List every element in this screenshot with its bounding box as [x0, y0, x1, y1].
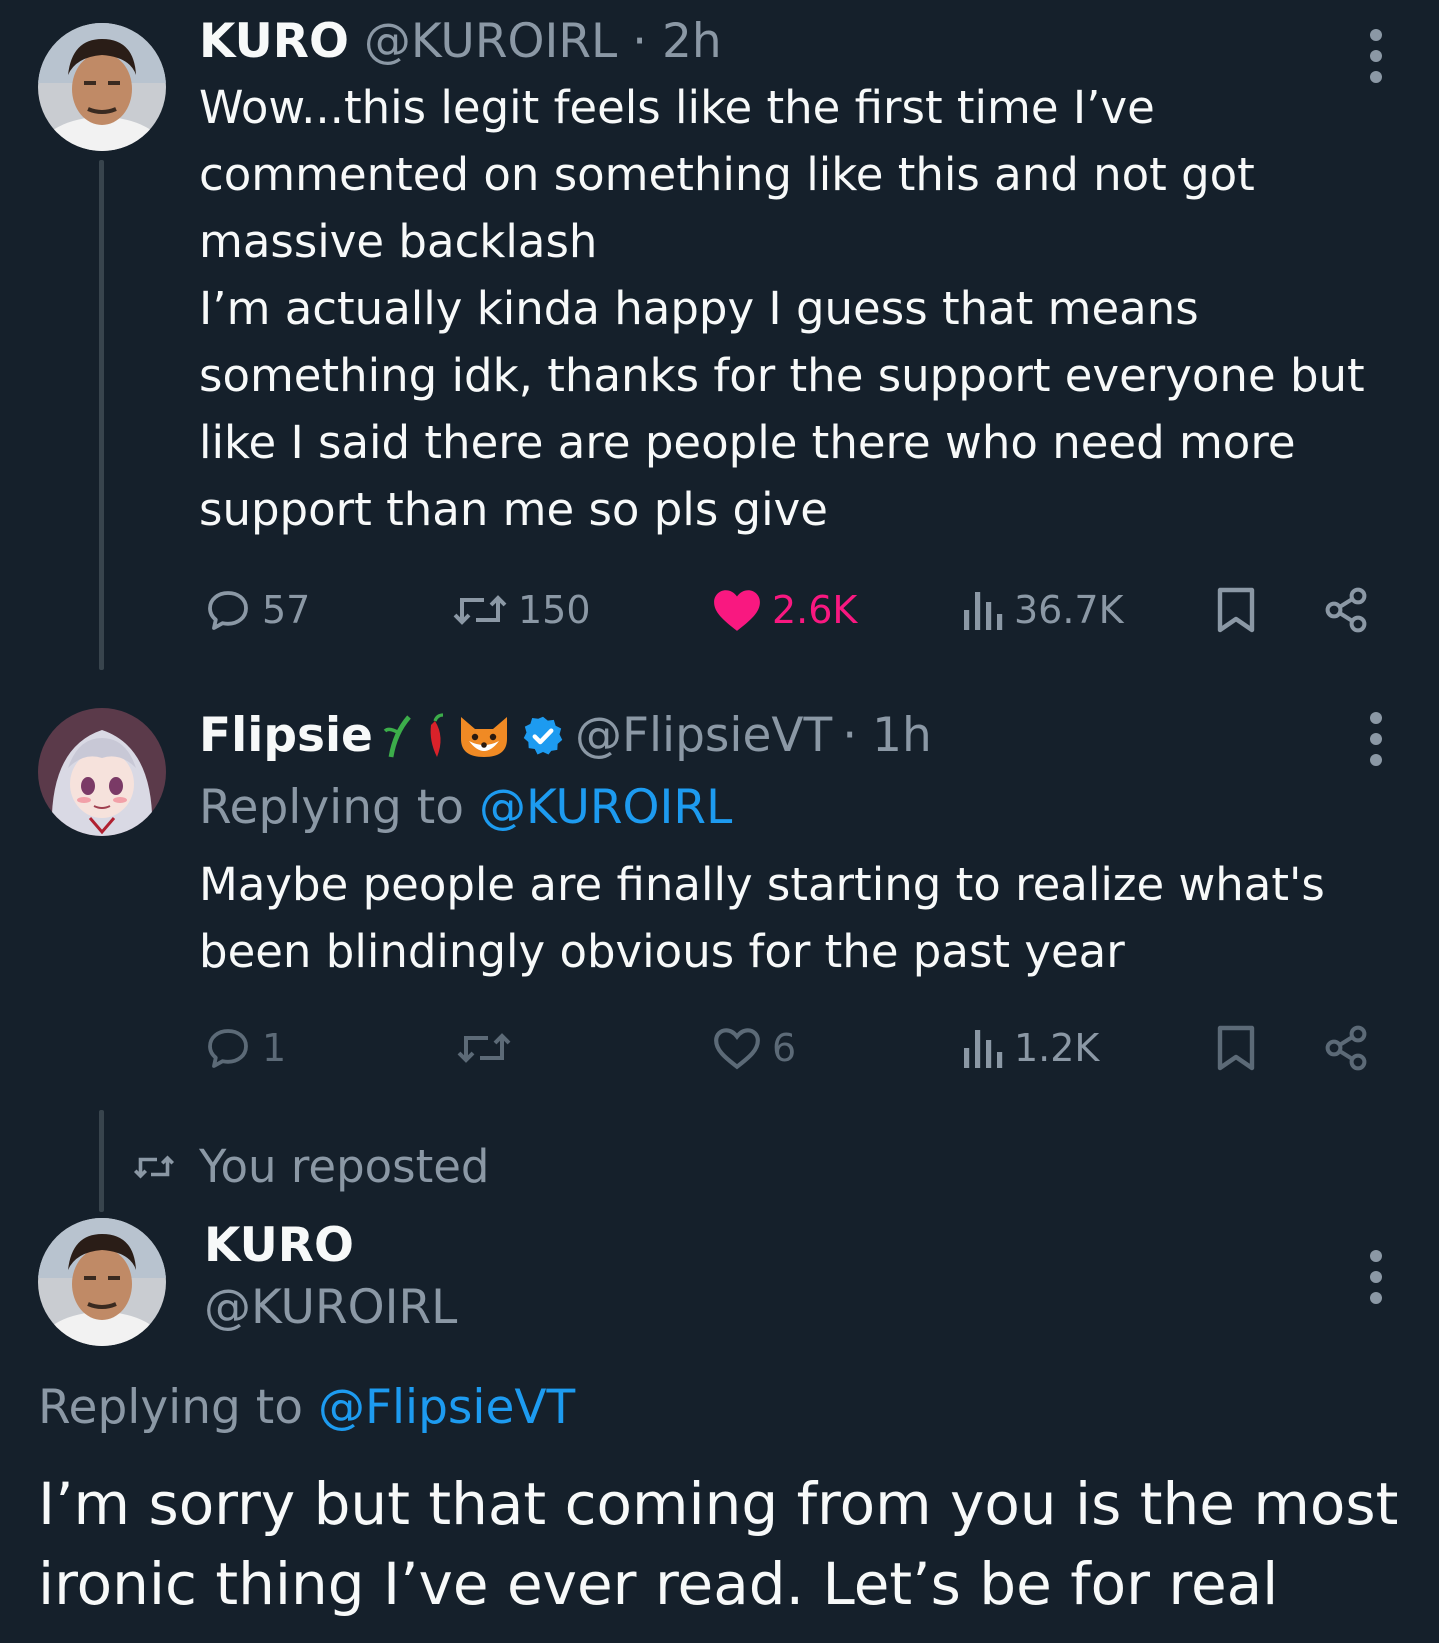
bamboo-icon — [383, 714, 411, 757]
reply-button[interactable]: 57 — [204, 586, 310, 634]
repost-label: You reposted — [199, 1140, 490, 1193]
repost-context: You reposted — [133, 1140, 490, 1193]
post-text-line: Wow...this legit feels like the first ti… — [199, 81, 1155, 134]
more-options-icon[interactable] — [1369, 1250, 1383, 1304]
bookmark-button[interactable] — [1214, 586, 1258, 634]
handle[interactable]: @KUROIRL — [204, 1280, 457, 1335]
views-count: 1.2K — [1014, 1026, 1100, 1070]
like-button[interactable]: 2.6K — [712, 586, 857, 634]
bookmark-button[interactable] — [1214, 1024, 1258, 1072]
avatar[interactable] — [38, 23, 166, 151]
reply-count: 1 — [262, 1026, 287, 1070]
verified-badge-icon — [523, 716, 563, 755]
handle[interactable]: @KUROIRL — [364, 14, 617, 69]
views-icon — [964, 1030, 1003, 1068]
share-button[interactable] — [1322, 1024, 1370, 1072]
replying-to: Replying to @KUROIRL — [199, 780, 733, 835]
display-name[interactable]: KURO — [204, 1218, 354, 1273]
share-button[interactable] — [1322, 586, 1370, 634]
post-text-line: commented on something like this and not… — [199, 148, 1255, 201]
views-button[interactable]: 1.2K — [960, 1024, 1099, 1072]
post-header: Flipsie @FlipsieVT · 1h — [199, 708, 932, 763]
more-options-icon[interactable] — [1369, 712, 1383, 766]
views-icon — [964, 592, 1003, 630]
share-icon — [1325, 1025, 1367, 1071]
post-text-line: something idk, thanks for the support ev… — [199, 349, 1365, 402]
post-text-line: massive backlash — [199, 215, 598, 268]
chili-pepper-icon — [430, 712, 444, 757]
repost-icon — [453, 595, 507, 625]
bookmark-icon — [1217, 587, 1255, 633]
like-count: 2.6K — [772, 588, 858, 632]
thread-line — [99, 160, 104, 670]
reply-count: 57 — [262, 588, 311, 632]
display-name[interactable]: Flipsie — [199, 708, 373, 763]
repost-count: 150 — [518, 588, 591, 632]
repost-button[interactable]: 150 — [452, 586, 591, 634]
repost-button[interactable] — [456, 1024, 522, 1072]
reply-target-link[interactable]: @KUROIRL — [479, 780, 732, 835]
timestamp[interactable]: · 2h — [632, 14, 722, 69]
reply-icon — [208, 1029, 248, 1068]
post-header: KURO @KUROIRL · 2h — [199, 14, 722, 69]
repost-icon — [133, 1154, 175, 1179]
repost-icon — [457, 1033, 511, 1063]
post-text-line: support than me so pls give — [199, 483, 828, 536]
avatar[interactable] — [38, 708, 166, 836]
post-text-line: Maybe people are finally starting to rea… — [199, 858, 1325, 911]
share-icon — [1325, 587, 1367, 633]
post-text-line: like I said there are people there who n… — [199, 416, 1296, 469]
heart-icon — [714, 1028, 760, 1070]
views-count: 36.7K — [1014, 588, 1124, 632]
heart-filled-icon — [714, 590, 760, 631]
post-text-line: ironic thing I’ve ever read. Let’s be fo… — [38, 1550, 1279, 1618]
avatar[interactable] — [38, 1218, 166, 1346]
handle[interactable]: @FlipsieVT — [575, 708, 832, 763]
post-text-line: I’m actually kinda happy I guess that me… — [199, 282, 1199, 335]
reply-icon — [208, 591, 248, 630]
views-button[interactable]: 36.7K — [960, 586, 1124, 634]
like-button[interactable]: 6 — [712, 1024, 796, 1072]
fox-icon — [460, 716, 507, 757]
like-count: 6 — [772, 1026, 797, 1070]
timestamp[interactable]: · 1h — [842, 708, 932, 763]
reply-button[interactable]: 1 — [204, 1024, 286, 1072]
post-text-line: been blindingly obvious for the past yea… — [199, 925, 1125, 978]
display-name[interactable]: KURO — [199, 14, 349, 69]
replying-to: Replying to @FlipsieVT — [38, 1380, 576, 1435]
post-text-line: I’m sorry but that coming from you is th… — [38, 1470, 1399, 1538]
reply-target-link[interactable]: @FlipsieVT — [318, 1380, 575, 1435]
more-options-icon[interactable] — [1369, 29, 1383, 83]
thread-line — [99, 1110, 104, 1212]
bookmark-icon — [1217, 1025, 1255, 1071]
